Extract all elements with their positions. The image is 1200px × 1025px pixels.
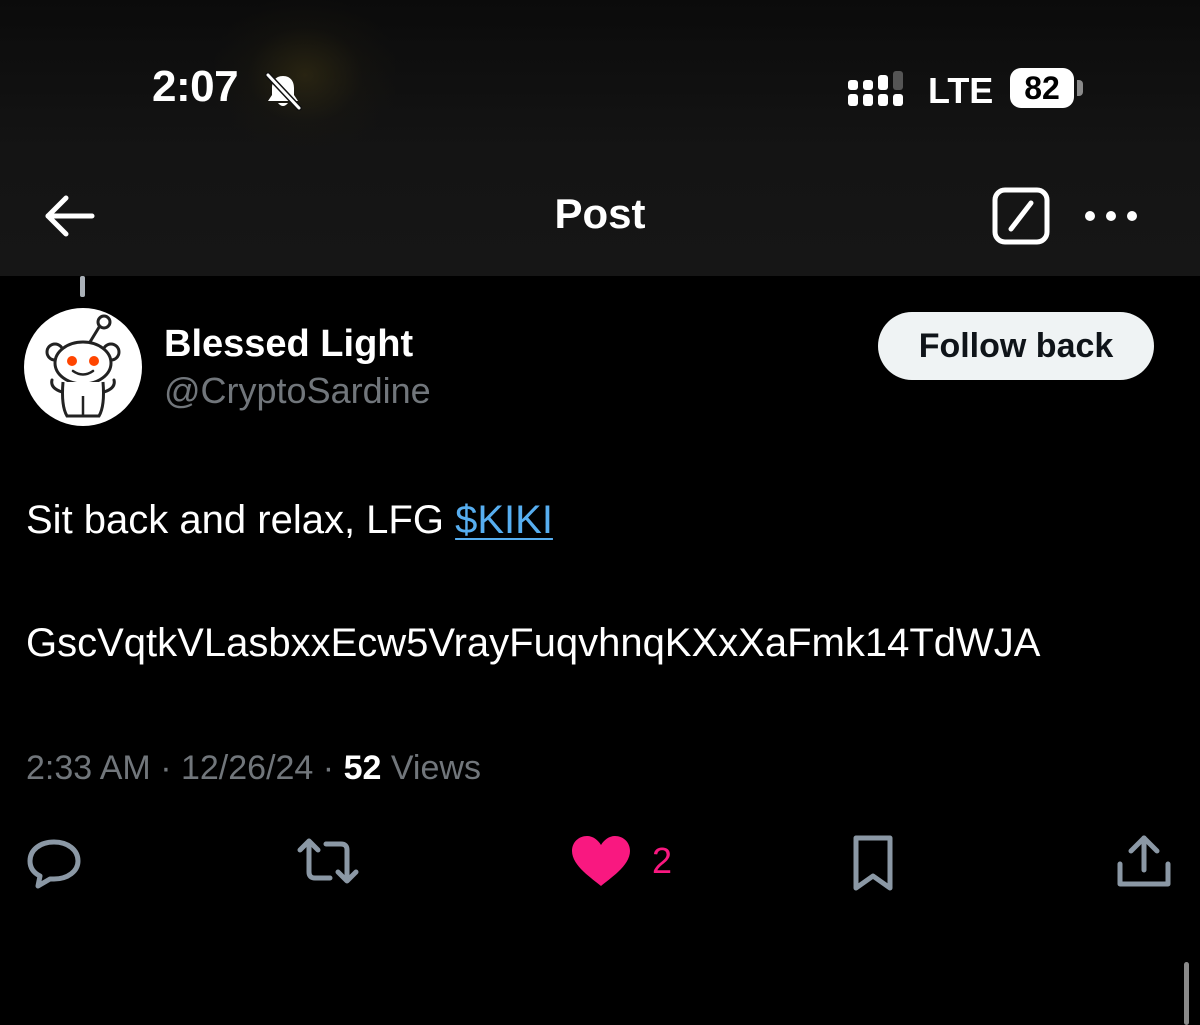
views-label[interactable]: Views [391,749,481,787]
status-time: 2:07 [152,62,239,111]
avatar[interactable] [24,308,142,426]
author-handle[interactable]: @CryptoSardine [164,370,431,412]
battery-tip [1077,80,1083,96]
like-count[interactable]: 2 [652,840,672,882]
follow-back-button[interactable]: Follow back [878,312,1154,380]
post-meta: 2:33 AM · 12/26/24 · 52 Views [26,749,481,788]
views-count[interactable]: 52 [344,749,382,787]
screen-glare [215,0,395,150]
network-type: LTE [928,70,994,111]
post-timestamp[interactable]: 2:33 AM [26,749,151,787]
post-screen: 2:07 LTE 82 Post Blessed Light @CryptoSa… [0,0,1200,1025]
author-display-name[interactable]: Blessed Light [164,323,413,366]
post-date[interactable]: 12/26/24 [181,749,313,787]
top-bar: 2:07 LTE 82 Post [0,0,1200,276]
bookmark-icon[interactable] [848,834,898,892]
scrollbar[interactable] [1184,962,1189,1025]
reddit-snoo-icon [45,314,121,418]
post-text: Sit back and relax, LFG $KIKI [26,498,553,543]
contract-address: GscVqtkVLasbxxEcw5VrayFuqvhnqKXxXaFmk14T… [26,621,1041,665]
share-icon[interactable] [1114,832,1174,890]
signal-icon [848,71,903,106]
bell-slash-icon [265,72,302,111]
battery-indicator: 82 [1010,68,1074,108]
arrow-left-icon[interactable] [38,188,98,244]
reply-icon[interactable] [24,836,84,890]
grok-icon[interactable] [992,187,1050,245]
thread-connector [80,276,85,297]
heart-icon[interactable] [570,834,632,888]
meta-separator: · [322,749,335,787]
meta-separator: · [160,749,172,787]
cashtag-link[interactable]: $KIKI [455,498,553,542]
more-icon[interactable] [1082,196,1140,236]
repost-icon[interactable] [296,836,360,886]
post-text-body: Sit back and relax, LFG [26,498,456,542]
